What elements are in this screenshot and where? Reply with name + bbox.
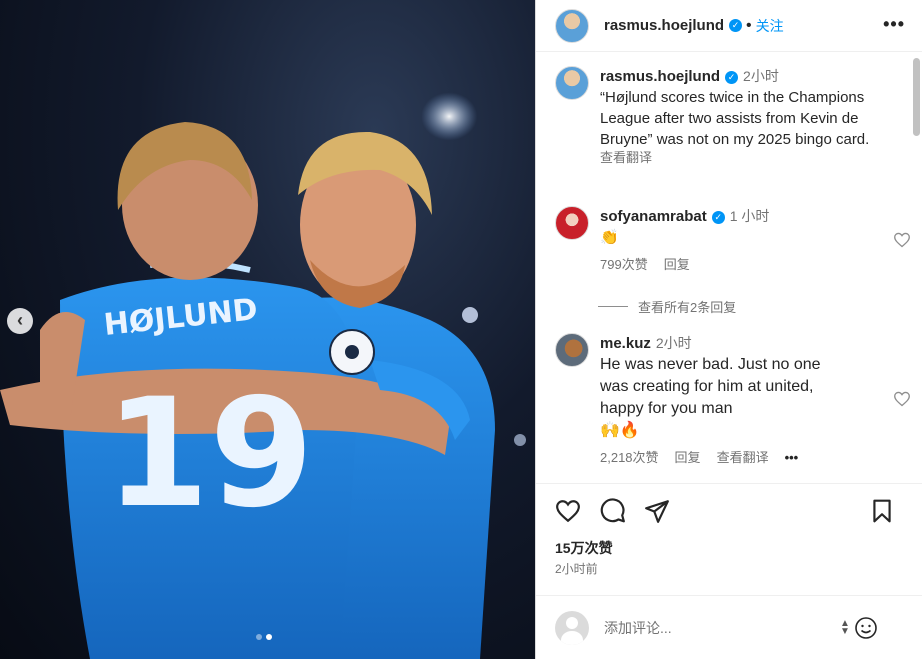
comment-reply-button[interactable]: 回复 — [664, 254, 690, 275]
caption: rasmus.hoejlund ✓ 2小时 “Højlund scores twic… — [555, 66, 895, 166]
author-avatar[interactable] — [555, 8, 589, 43]
caption-username[interactable]: rasmus.hoejlund — [600, 68, 720, 85]
like-heart-icon[interactable] — [555, 498, 581, 524]
comment-item: me.kuz 2小时 He was never bad. Just no one … — [555, 333, 910, 468]
post-photo: HØJLUND 19 ‹ — [0, 0, 535, 659]
post-side-panel: rasmus.hoejlund ✓ • 关注 ••• rasmus.hoejlu… — [535, 0, 922, 659]
comment-emojis: 🙌🔥 — [600, 422, 640, 439]
commenter-avatar[interactable] — [555, 333, 589, 367]
comment-text: He was never bad. Just no one was creati… — [600, 356, 821, 417]
verified-badge-icon: ✓ — [725, 71, 739, 84]
comment-item: sofyanamrabat ✓ 1 小时 👏 799次赞 回复 — [555, 206, 910, 275]
carousel-dot-active[interactable] — [266, 634, 272, 640]
verified-badge-icon: ✓ — [711, 211, 725, 224]
match-photo-illustration: HØJLUND 19 — [0, 90, 526, 659]
comment-translate-link[interactable]: 查看翻译 — [717, 447, 769, 468]
caption-time[interactable]: 2小时 — [743, 68, 779, 84]
carousel-dot[interactable] — [256, 634, 262, 640]
comment-text: 👏 — [600, 229, 619, 246]
verified-badge-icon: ✓ — [729, 19, 743, 32]
commenter-avatar[interactable] — [555, 206, 589, 240]
caption-translate-link[interactable]: 查看翻译 — [600, 150, 895, 166]
post-actions: 15万次赞 2小时前 — [536, 483, 922, 578]
stadium-light-small — [462, 307, 478, 323]
post-timestamp[interactable]: 2小时前 — [555, 560, 598, 577]
stadium-light-small-2 — [514, 434, 526, 446]
comment-like-heart-icon[interactable] — [893, 391, 911, 407]
author-username[interactable]: rasmus.hoejlund — [604, 17, 724, 34]
jersey-number: 19 — [105, 367, 314, 541]
comment-time[interactable]: 1 小时 — [730, 208, 770, 224]
carousel-dots — [256, 634, 272, 640]
replies-divider-line — [598, 306, 628, 307]
post-header: rasmus.hoejlund ✓ • 关注 ••• — [536, 0, 922, 52]
comments-scrollbar[interactable] — [913, 58, 920, 136]
dot-separator: • — [746, 16, 752, 34]
save-bookmark-icon[interactable] — [869, 498, 895, 524]
comment-more-options-icon[interactable]: ••• — [785, 447, 799, 468]
follow-button[interactable]: 关注 — [756, 16, 784, 36]
comment-time[interactable]: 2小时 — [656, 335, 692, 351]
emoji-icon[interactable] — [854, 616, 878, 640]
view-all-replies[interactable]: 查看所有2条回复 — [598, 297, 736, 316]
comment-bubble-icon[interactable] — [600, 498, 626, 524]
share-send-icon[interactable] — [644, 498, 670, 524]
comment-composer: ▲▼ — [536, 595, 922, 659]
view-replies-label[interactable]: 查看所有2条回复 — [638, 297, 736, 316]
caption-text: “Højlund scores twice in the Champions L… — [600, 89, 870, 148]
current-user-avatar — [555, 610, 589, 645]
add-comment-input[interactable] — [604, 619, 834, 636]
comment-reply-button[interactable]: 回复 — [675, 447, 701, 468]
comment-likes[interactable]: 799次赞 — [600, 254, 648, 275]
post-like-count[interactable]: 15万次赞 — [555, 538, 613, 558]
resize-stepper-icon[interactable]: ▲ ▼ — [840, 618, 850, 636]
previous-photo-button[interactable]: ‹ — [7, 308, 33, 334]
more-options-icon[interactable]: ••• — [883, 14, 905, 35]
comment-likes[interactable]: 2,218次赞 — [600, 447, 659, 468]
comment-username[interactable]: me.kuz — [600, 335, 651, 352]
caption-author-avatar[interactable] — [555, 66, 589, 100]
comment-username[interactable]: sofyanamrabat — [600, 208, 707, 225]
comment-like-heart-icon[interactable] — [893, 232, 911, 248]
